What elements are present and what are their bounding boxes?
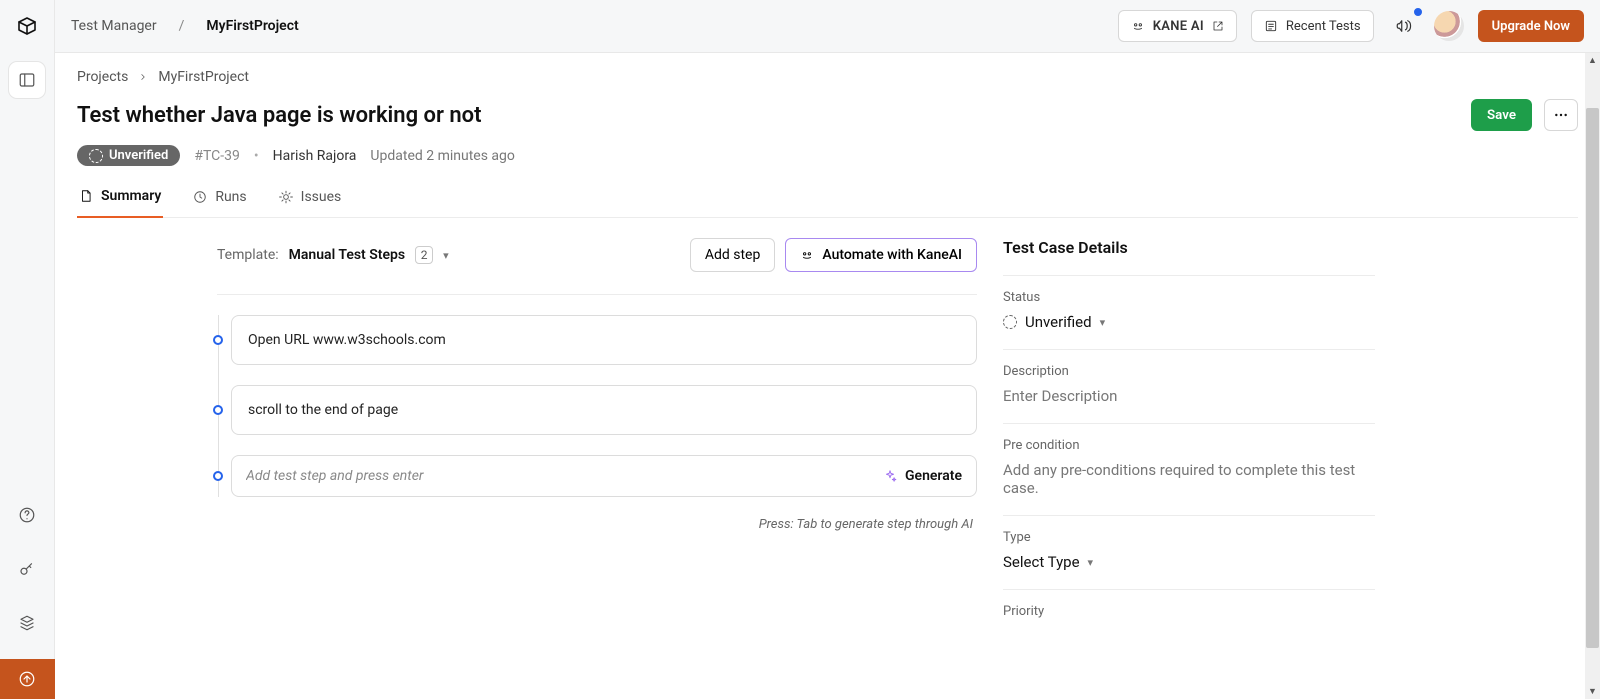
scroll-down-icon[interactable]: ▼ [1585, 684, 1600, 699]
add-step-button[interactable]: Add step [690, 238, 776, 272]
upgrade-button[interactable]: Upgrade Now [1478, 10, 1584, 42]
meta-dot: • [254, 148, 259, 164]
tab-summary-label: Summary [101, 188, 161, 204]
rail-help-icon[interactable] [9, 497, 45, 533]
step-text: Open URL www.w3schools.com [231, 315, 977, 365]
more-actions-button[interactable] [1544, 99, 1578, 131]
user-avatar[interactable] [1434, 11, 1464, 41]
tabs: Summary Runs Issues [77, 180, 1578, 218]
tc-id: #TC-39 [194, 148, 240, 164]
notification-dot-icon [1412, 6, 1424, 18]
template-count: 2 [415, 246, 433, 264]
status-dropdown[interactable]: Unverified ▾ [1003, 313, 1375, 331]
chevron-down-icon: ▾ [1088, 556, 1094, 569]
meta-row: Unverified #TC-39 • Harish Rajora Update… [77, 145, 1578, 166]
recent-tests-button[interactable]: Recent Tests [1251, 10, 1374, 42]
status-dashed-icon [1003, 315, 1017, 329]
announcements-button[interactable] [1388, 10, 1420, 42]
breadcrumb2-root[interactable]: Projects [77, 69, 128, 85]
status-dashed-icon [89, 149, 103, 163]
rail-panel-button[interactable] [9, 62, 45, 98]
kane-ai-button[interactable]: KANE AI [1118, 10, 1237, 42]
field-priority: Priority [1003, 589, 1375, 645]
automate-button[interactable]: Automate with KaneAI [785, 238, 977, 272]
scrollbar-thumb[interactable] [1586, 108, 1599, 648]
content-panel: Projects MyFirstProject Test whether Jav… [55, 52, 1600, 699]
tab-summary[interactable]: Summary [77, 180, 163, 218]
details-column: Test Case Details Status Unverified ▾ De… [1003, 238, 1383, 699]
page-title: Test whether Java page is working or not [77, 103, 1459, 128]
field-status: Status Unverified ▾ [1003, 275, 1375, 349]
field-description: Description Enter Description [1003, 349, 1375, 423]
generate-button[interactable]: Generate [883, 468, 962, 484]
breadcrumb-current[interactable]: MyFirstProject [206, 18, 298, 34]
rail-upload-button[interactable] [0, 659, 55, 699]
step-text: scroll to the end of page [231, 385, 977, 435]
status-badge-label: Unverified [109, 148, 168, 163]
recent-tests-label: Recent Tests [1286, 19, 1361, 34]
precondition-input[interactable]: Add any pre-conditions required to compl… [1003, 461, 1375, 497]
field-description-label: Description [1003, 364, 1375, 379]
template-value: Manual Test Steps [289, 247, 405, 263]
status-badge: Unverified [77, 145, 180, 166]
ai-tip: Press: Tab to generate step through AI [217, 517, 973, 532]
author-name: Harish Rajora [273, 148, 357, 164]
main-area: Test Manager / MyFirstProject KANE AI Re… [55, 0, 1600, 699]
step-new-row: Generate [231, 455, 977, 497]
tab-issues-label: Issues [301, 189, 342, 205]
automate-button-label: Automate with KaneAI [822, 247, 962, 263]
new-step-input[interactable] [246, 468, 883, 484]
kane-ai-label: KANE AI [1153, 19, 1204, 34]
status-value: Unverified [1025, 313, 1092, 331]
type-value: Select Type [1003, 553, 1080, 571]
template-label: Template: [217, 247, 279, 263]
step-row[interactable]: Open URL www.w3schools.com [231, 315, 977, 365]
generate-button-label: Generate [905, 468, 962, 484]
details-title: Test Case Details [1003, 238, 1375, 257]
step-row[interactable]: scroll to the end of page [231, 385, 977, 435]
breadcrumb-sep: / [179, 18, 185, 34]
steps-column: Template: Manual Test Steps 2 ▾ Add step… [217, 238, 977, 699]
type-dropdown[interactable]: Select Type ▾ [1003, 553, 1375, 571]
save-button[interactable]: Save [1471, 99, 1532, 131]
topbar: Test Manager / MyFirstProject KANE AI Re… [55, 0, 1600, 52]
tab-issues[interactable]: Issues [277, 180, 344, 217]
template-dropdown-icon[interactable]: ▾ [443, 249, 449, 262]
field-type: Type Select Type ▾ [1003, 515, 1375, 589]
step-bullet-icon [213, 471, 223, 481]
breadcrumb-root[interactable]: Test Manager [71, 18, 157, 34]
chevron-right-icon [138, 72, 148, 82]
chevron-down-icon: ▾ [1100, 316, 1106, 329]
breadcrumb2-current[interactable]: MyFirstProject [158, 69, 249, 85]
field-type-label: Type [1003, 530, 1375, 545]
field-precondition-label: Pre condition [1003, 438, 1375, 453]
field-priority-label: Priority [1003, 604, 1375, 619]
scroll-up-icon[interactable]: ▲ [1585, 53, 1600, 68]
tab-runs[interactable]: Runs [191, 180, 248, 217]
tab-runs-label: Runs [215, 189, 246, 205]
vertical-scrollbar[interactable]: ▲ ▼ [1585, 53, 1600, 699]
updated-time: Updated 2 minutes ago [370, 148, 514, 164]
step-bullet-icon [213, 405, 223, 415]
left-rail [0, 0, 55, 699]
app-logo-icon [15, 14, 39, 38]
step-bullet-icon [213, 335, 223, 345]
field-status-label: Status [1003, 290, 1375, 305]
description-input[interactable]: Enter Description [1003, 387, 1375, 405]
rail-key-icon[interactable] [9, 551, 45, 587]
field-precondition: Pre condition Add any pre-conditions req… [1003, 423, 1375, 515]
breadcrumb-secondary: Projects MyFirstProject [77, 69, 1578, 85]
rail-stack-icon[interactable] [9, 605, 45, 641]
